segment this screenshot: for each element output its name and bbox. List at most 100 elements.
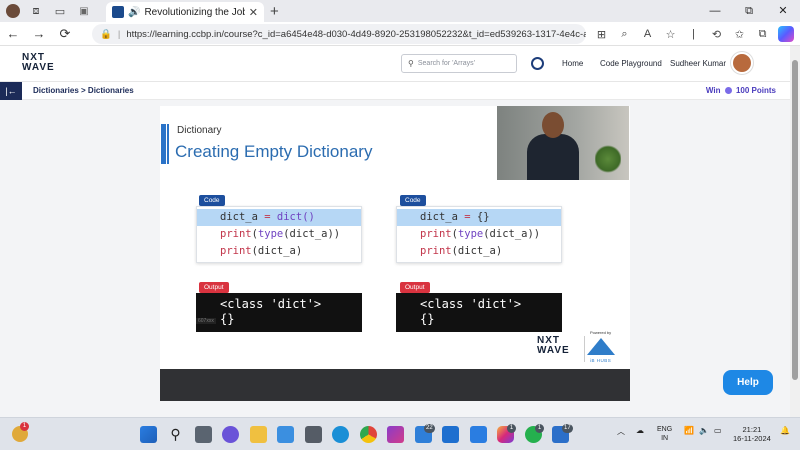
code-label-right: Code [400,195,426,206]
output-label-left: Output [199,282,229,293]
instructor-video [497,106,629,180]
streak-icon[interactable] [531,57,544,70]
new-tab-button[interactable]: + [270,3,279,20]
vscode-icon[interactable] [470,426,487,443]
code-token: dict() [276,211,315,223]
search-input[interactable]: ⚲ Search for 'Arrays' [401,54,517,73]
code-line: dict_a = {} [397,209,561,226]
title-accent-bar-thin [167,124,169,164]
volume-icon[interactable]: 🔈 [699,426,709,435]
code-token: = [257,211,277,223]
url-divider: | [117,28,121,40]
wifi-icon[interactable]: 📶 [684,426,694,435]
whatsapp-badge: 1 [535,424,544,433]
nxtwave-logo[interactable]: NXT WAVE [22,53,55,73]
help-button[interactable]: Help [723,370,773,395]
app-available-icon[interactable]: ⊞ [590,28,613,41]
teams-badge: 17 [562,424,573,433]
site-header: NXT WAVE ⚲ Search for 'Arrays' Home Code… [0,46,790,82]
clock-time: 21:21 [742,425,762,434]
notification-bell-icon[interactable]: 🔔 [780,426,790,435]
favorite-star-icon[interactable]: ☆ [659,28,682,41]
address-bar-actions: ⊞ ⌕ A ☆ | ⟲ ✩ ⧉ … [590,22,797,46]
forward-icon[interactable]: → [26,26,52,41]
instructor-body [527,134,579,180]
code-token: (dict_a)) [483,228,541,240]
video-player-controls[interactable] [160,369,630,401]
back-icon[interactable]: ← [0,26,26,41]
url-text: https://learning.ccbp.in/course?c_id=a64… [126,28,586,40]
sidebar-toggle-icon[interactable]: |← [0,82,22,100]
notepad-icon[interactable] [277,426,294,443]
nav-user-name[interactable]: Sudheer Kumar [670,59,726,68]
ib-hubs-text: iB HUBS [590,358,612,363]
collections-icon[interactable]: ⧉ [751,28,774,41]
url-field[interactable]: 🔒 | https://learning.ccbp.in/course?c_id… [92,24,586,44]
mail-badge: 22 [424,424,435,433]
user-avatar[interactable] [731,52,753,74]
favorites-icon[interactable]: ✩ [728,28,751,41]
nav-home[interactable]: Home [562,59,583,68]
logo-bottom: WAVE [22,62,55,73]
close-tab-icon[interactable]: ✕ [249,6,258,19]
close-window-button[interactable]: ✕ [766,0,800,22]
code-line: print(type(dict_a)) [197,226,361,243]
lock-icon[interactable]: 🔒 [100,29,112,40]
tab-actions-icon[interactable]: ▭ [52,3,68,19]
show-hidden-icons-icon[interactable]: ︿ [617,426,625,437]
code-token: print [220,245,252,257]
restore-button[interactable]: ⧉ [732,0,766,22]
language-indicator[interactable]: ENG IN [657,425,672,443]
slide-logo-bottom: WAVE [537,345,570,356]
minimize-button[interactable]: — [698,0,732,22]
calendar-icon[interactable] [305,426,322,443]
coin-icon [724,87,732,95]
breadcrumb[interactable]: Dictionaries > Dictionaries [33,86,134,95]
code-token: dict_a [420,211,458,223]
nav-code-playground[interactable]: Code Playground [600,59,662,68]
page-scrollbar[interactable] [790,46,800,417]
tab-title: Revolutionizing the Job Mark [144,6,244,18]
edge-icon[interactable] [332,426,349,443]
ib-hubs-logo-icon [587,338,615,355]
chat-app-icon[interactable] [222,426,239,443]
code-token: print [420,245,452,257]
search-taskbar-icon[interactable]: ⚲ [167,426,184,443]
chrome-icon[interactable] [360,426,377,443]
address-bar: ← → ⟳ 🔒 | https://learning.ccbp.in/cours… [0,22,800,46]
code-block-left: dict_a = dict() print(type(dict_a)) prin… [196,206,362,263]
extensions-icon[interactable]: ⟲ [705,28,728,41]
divider-icon: | [692,28,695,40]
workspaces-icon[interactable]: ⧈ [28,3,44,19]
code-token: dict_a [220,211,258,223]
zoom-icon[interactable]: ⌕ [613,28,636,41]
profile-avatar-icon[interactable] [6,4,20,18]
win-label: Win [705,86,721,95]
system-clock[interactable]: 21:21 16-11-2024 [733,425,771,443]
instructor-head [542,112,564,138]
windows-taskbar: 1 ⚲ 22 1 1 17 ︿ ☁ ENG IN 📶 🔈 ▭ 21:21 16-… [0,417,800,450]
lang-region: IN [661,435,669,442]
battery-icon[interactable]: ▭ [714,426,722,435]
pinned-tab[interactable]: ▣ [74,4,94,18]
output-label-right: Output [400,282,430,293]
file-explorer-icon[interactable] [250,426,267,443]
media-app-icon[interactable] [387,426,404,443]
speaker-icon[interactable]: 🔊 [128,7,140,18]
code-line: print(dict_a) [397,243,561,260]
task-view-icon[interactable] [195,426,212,443]
code-line: dict_a = dict() [197,209,361,226]
outlook-icon[interactable] [442,426,459,443]
code-block-right: dict_a = {} print(type(dict_a)) print(di… [396,206,562,263]
window-controls: — ⧉ ✕ [698,0,800,22]
scroll-thumb[interactable] [792,60,798,380]
start-icon[interactable] [140,426,157,443]
video-slide[interactable]: Dictionary Creating Empty Dictionary Cod… [160,106,630,369]
active-tab[interactable]: 🔊 Revolutionizing the Job Mark ✕ [106,2,264,22]
copilot-icon[interactable] [778,26,794,42]
lesson-content: Dictionary Creating Empty Dictionary Cod… [0,100,790,417]
instagram-badge: 1 [507,424,516,433]
cloud-icon[interactable]: ☁ [636,426,644,435]
read-aloud-icon[interactable]: A [636,28,659,40]
refresh-icon[interactable]: ⟳ [52,26,78,42]
